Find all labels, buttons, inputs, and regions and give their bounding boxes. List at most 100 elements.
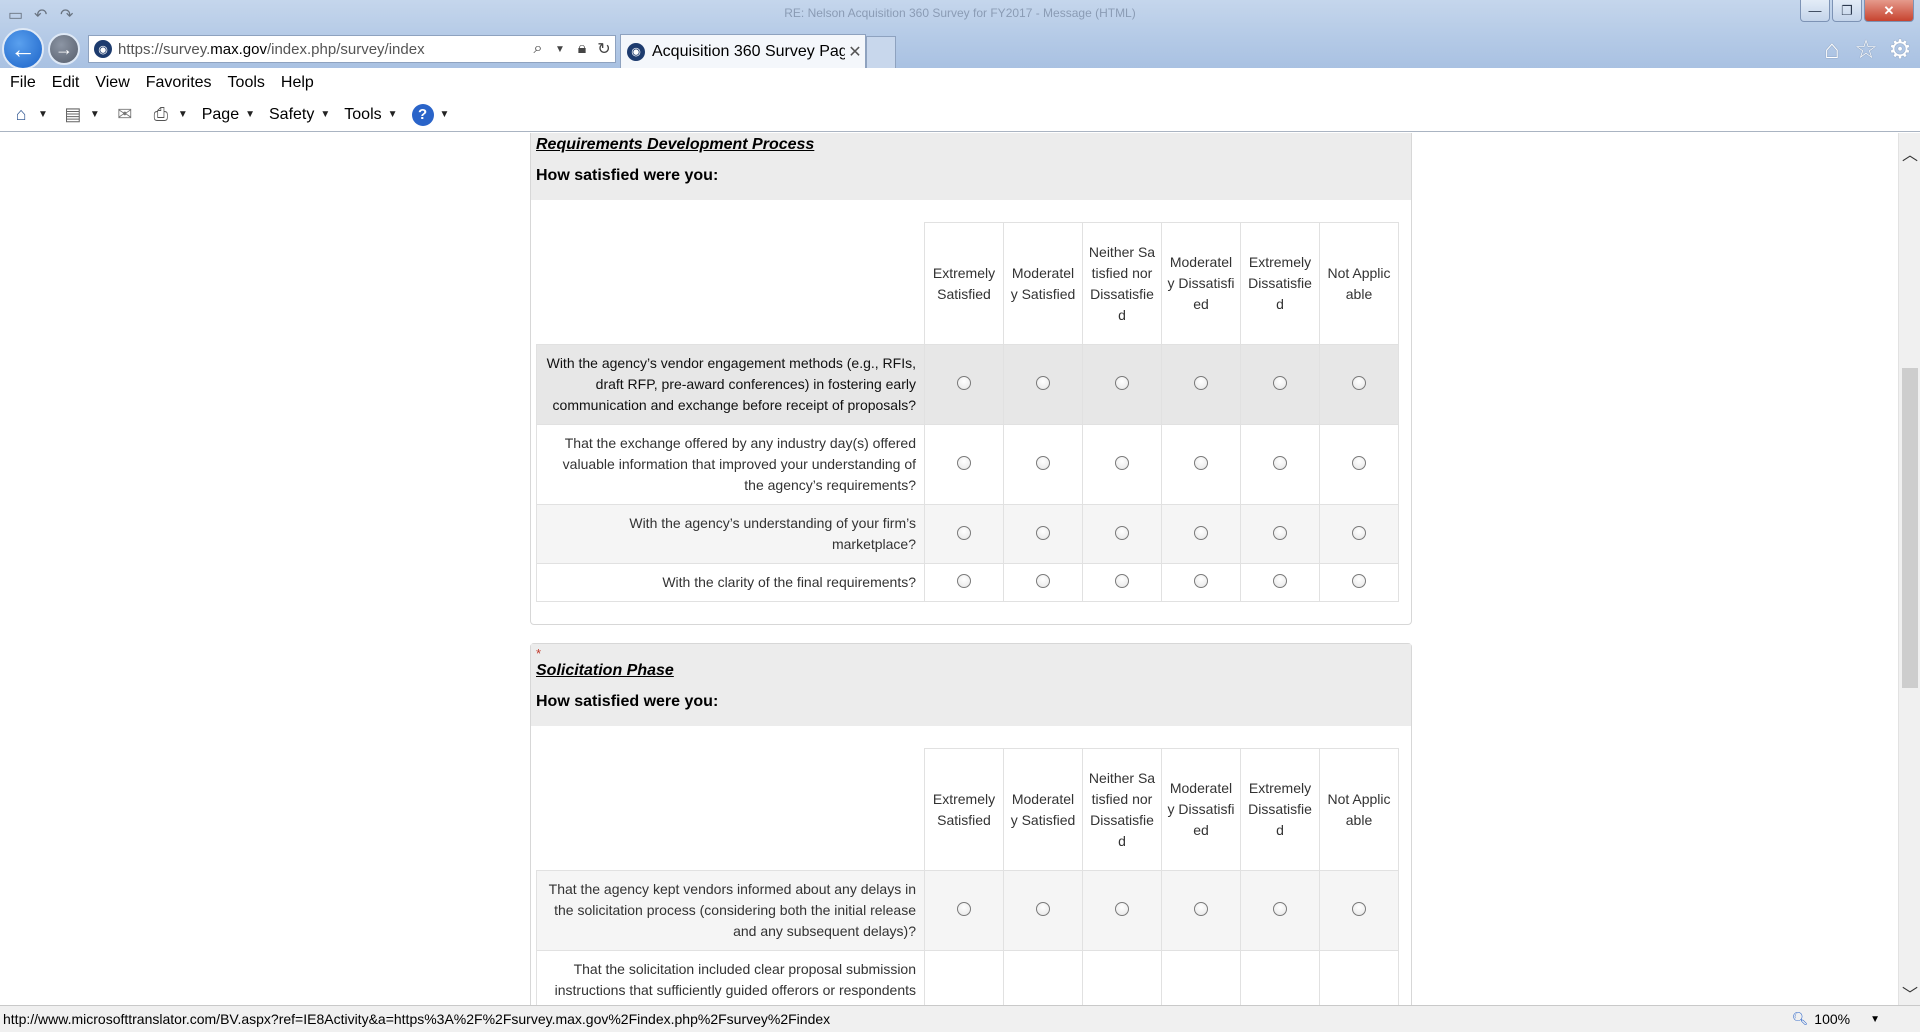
menu-file[interactable]: File <box>2 74 44 92</box>
zoom-icon: 🔍︎ <box>1791 1011 1809 1026</box>
menu-tools[interactable]: Tools <box>220 74 273 92</box>
browser-tab[interactable]: ◉ Acquisition 360 Survey Pag... ✕ <box>620 34 866 68</box>
radio-moderately-satisfied[interactable] <box>1036 902 1050 916</box>
scroll-down-icon[interactable]: ﹀ <box>1899 981 1920 1004</box>
arrow-right-icon: → <box>55 38 73 59</box>
home-icon: ⌂ <box>15 104 27 124</box>
col-moderately-dissatisfied: Moderately Dissatisfied <box>1161 748 1241 871</box>
back-button[interactable]: ← <box>2 28 44 70</box>
col-extremely-satisfied: Extremely Satisfied <box>924 748 1004 871</box>
radio-not-applicable[interactable] <box>1352 525 1366 540</box>
radio-neither[interactable] <box>1115 574 1129 588</box>
window-title: RE: Nelson Acquisition 360 Survey for FY… <box>784 6 1136 20</box>
radio-moderately-dissatisfied[interactable] <box>1194 574 1208 588</box>
vertical-scrollbar[interactable]: ︿ ﹀ <box>1898 133 1920 1005</box>
menu-help[interactable]: Help <box>273 74 322 92</box>
radio-moderately-satisfied[interactable] <box>1036 525 1050 540</box>
radio-moderately-satisfied[interactable] <box>1036 376 1050 390</box>
radio-moderately-dissatisfied[interactable] <box>1194 376 1208 390</box>
radio-extremely-dissatisfied[interactable] <box>1273 902 1287 916</box>
radio-neither[interactable] <box>1115 376 1129 390</box>
home-icon[interactable]: ⌂ <box>1820 34 1844 65</box>
col-extremely-dissatisfied: Extremely Dissatisfied <box>1240 748 1320 871</box>
col-extremely-satisfied: Extremely Satisfied <box>924 222 1004 345</box>
answer-grid: Extremely Satisfied Moderately Satisfied… <box>536 748 1399 1005</box>
radio-extremely-dissatisfied[interactable] <box>1273 456 1287 470</box>
radio-extremely-dissatisfied[interactable] <box>1273 525 1287 540</box>
question-text: That the solicitation included clear pro… <box>536 950 925 1005</box>
gear-icon[interactable]: ⚙ <box>1888 34 1912 65</box>
address-url[interactable]: https://survey.max.gov/index.php/survey/… <box>118 41 527 58</box>
radio-extremely-satisfied[interactable] <box>957 574 971 588</box>
radio-extremely-dissatisfied[interactable] <box>1273 376 1287 390</box>
minimize-button[interactable]: — <box>1800 0 1830 22</box>
zoom-control[interactable]: 🔍︎ 100% ▼ <box>1792 1011 1880 1027</box>
chevron-down-icon[interactable]: ▼ <box>1870 1014 1880 1025</box>
close-tab-icon[interactable]: ✕ <box>845 42 865 62</box>
required-asterisk: * <box>536 646 542 661</box>
safety-menu[interactable]: Safety ▼ <box>269 106 330 124</box>
radio-neither[interactable] <box>1115 525 1129 540</box>
refresh-icon[interactable]: ↻ <box>593 39 615 59</box>
favorites-star-icon[interactable]: ☆ <box>1854 34 1878 65</box>
table-row: With the clarity of the final requiremen… <box>536 563 1399 602</box>
feeds-command[interactable]: ▤ ▼ <box>62 104 100 126</box>
print-command[interactable]: ⎙ ▼ <box>150 104 188 126</box>
col-moderately-satisfied: Moderately Satisfied <box>1003 748 1083 871</box>
radio-not-applicable[interactable] <box>1352 902 1366 916</box>
question-text: With the agency’s understanding of your … <box>536 504 925 564</box>
radio-moderately-dissatisfied[interactable] <box>1194 456 1208 470</box>
lock-icon[interactable]: 🔒︎ <box>571 40 593 58</box>
radio-extremely-satisfied[interactable] <box>957 525 971 540</box>
search-icon[interactable]: ⌕ <box>527 40 549 58</box>
arrow-left-icon: ← <box>10 33 36 64</box>
scroll-up-icon[interactable]: ︿ <box>1899 141 1920 164</box>
col-not-applicable: Not Applicable <box>1319 748 1399 871</box>
radio-neither[interactable] <box>1115 456 1129 470</box>
question-requirements-development: Requirements Development Process How sat… <box>530 133 1412 625</box>
chevron-down-icon[interactable]: ▼ <box>90 109 100 120</box>
radio-not-applicable[interactable] <box>1352 456 1366 470</box>
chevron-down-icon[interactable]: ▼ <box>549 44 571 55</box>
radio-neither[interactable] <box>1115 902 1129 916</box>
radio-moderately-dissatisfied[interactable] <box>1194 902 1208 916</box>
radio-moderately-satisfied[interactable] <box>1036 456 1050 470</box>
menu-view[interactable]: View <box>87 74 137 92</box>
radio-extremely-dissatisfied[interactable] <box>1273 574 1287 588</box>
question-title: Solicitation Phase <box>536 662 674 679</box>
radio-extremely-satisfied[interactable] <box>957 376 971 390</box>
forward-button[interactable]: → <box>48 33 80 65</box>
radio-not-applicable[interactable] <box>1352 376 1366 390</box>
home-command[interactable]: ⌂ ▼ <box>10 104 48 126</box>
rss-feed-icon: ▤ <box>64 104 82 124</box>
col-neither: Neither Satisfied nor Dissatisfied <box>1082 748 1162 871</box>
question-text: With the agency’s vendor engagement meth… <box>536 344 925 425</box>
mail-command[interactable]: ✉ <box>114 104 136 126</box>
restore-button[interactable]: ❐ <box>1832 0 1862 22</box>
scroll-thumb[interactable] <box>1902 368 1918 688</box>
command-bar: ⌂ ▼ ▤ ▼ ✉ ⎙ ▼ Page ▼ Safety ▼ Tools ▼ ? ▼ <box>0 98 1920 132</box>
table-row: That the exchange offered by any industr… <box>536 424 1399 505</box>
radio-moderately-satisfied[interactable] <box>1036 574 1050 588</box>
page-menu[interactable]: Page ▼ <box>202 106 255 124</box>
table-row: That the solicitation included clear pro… <box>536 950 1399 1005</box>
chevron-down-icon[interactable]: ▼ <box>178 109 188 120</box>
mail-icon: ✉ <box>117 104 133 124</box>
radio-moderately-dissatisfied[interactable] <box>1194 525 1208 540</box>
status-bar: http://www.microsofttranslator.com/BV.as… <box>0 1005 1920 1032</box>
address-bar[interactable]: ◉ https://survey.max.gov/index.php/surve… <box>88 35 616 63</box>
grid-header-row: Extremely Satisfied Moderately Satisfied… <box>537 222 1399 345</box>
chevron-down-icon: ▼ <box>245 109 255 120</box>
close-button[interactable]: ✕ <box>1864 0 1914 22</box>
page-viewport: Requirements Development Process How sat… <box>0 133 1898 1005</box>
chevron-down-icon[interactable]: ▼ <box>38 109 48 120</box>
new-tab-button[interactable] <box>866 36 896 68</box>
menu-edit[interactable]: Edit <box>44 74 88 92</box>
tools-menu[interactable]: Tools ▼ <box>344 106 397 124</box>
radio-not-applicable[interactable] <box>1352 574 1366 588</box>
radio-extremely-satisfied[interactable] <box>957 902 971 916</box>
site-icon: ◉ <box>94 40 112 58</box>
radio-extremely-satisfied[interactable] <box>957 456 971 470</box>
menu-favorites[interactable]: Favorites <box>138 74 220 92</box>
help-menu[interactable]: ? ▼ <box>411 103 449 126</box>
